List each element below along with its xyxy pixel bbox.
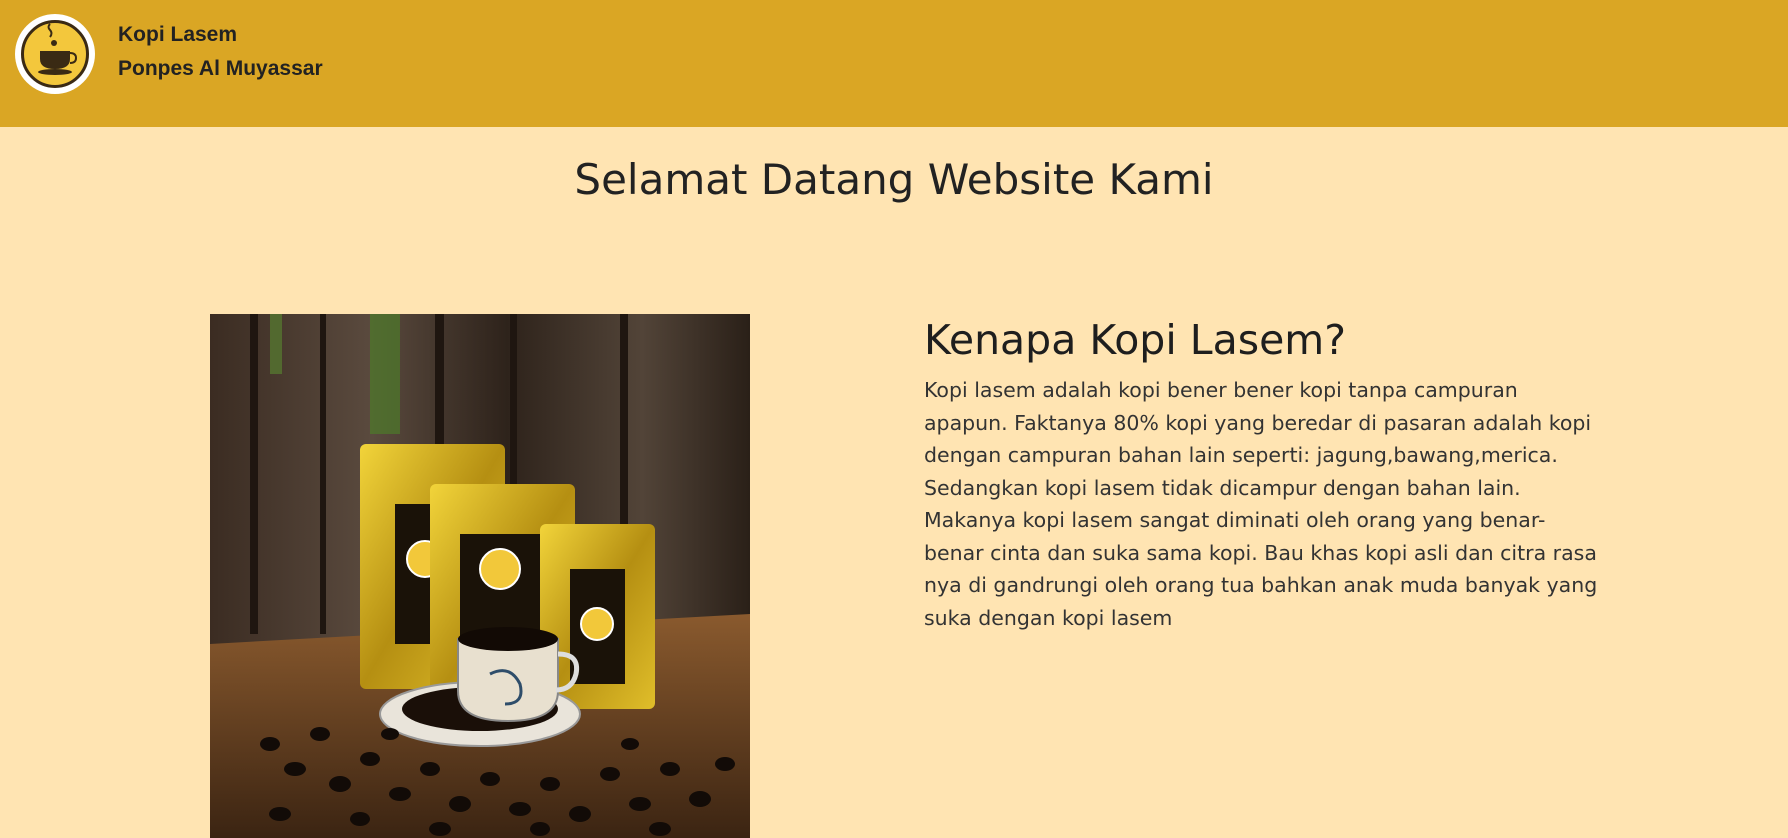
- brand-subtitle[interactable]: Ponpes Al Muyassar: [118, 52, 323, 86]
- navbar: Kopi Lasem Ponpes Al Muyassar: [0, 0, 1788, 127]
- brand-name[interactable]: Kopi Lasem: [118, 18, 323, 52]
- section-body-text: Kopi lasem adalah kopi bener bener kopi …: [924, 378, 1598, 630]
- section-title: Kenapa Kopi Lasem?: [924, 316, 1346, 364]
- logo[interactable]: [15, 14, 95, 94]
- page-title: Selamat Datang Website Kami: [574, 155, 1214, 204]
- coffee-packages-with-cup-and-beans-photo: [210, 314, 750, 838]
- coffee-cup-logo-icon: [21, 20, 89, 88]
- brand[interactable]: Kopi Lasem Ponpes Al Muyassar: [118, 18, 323, 86]
